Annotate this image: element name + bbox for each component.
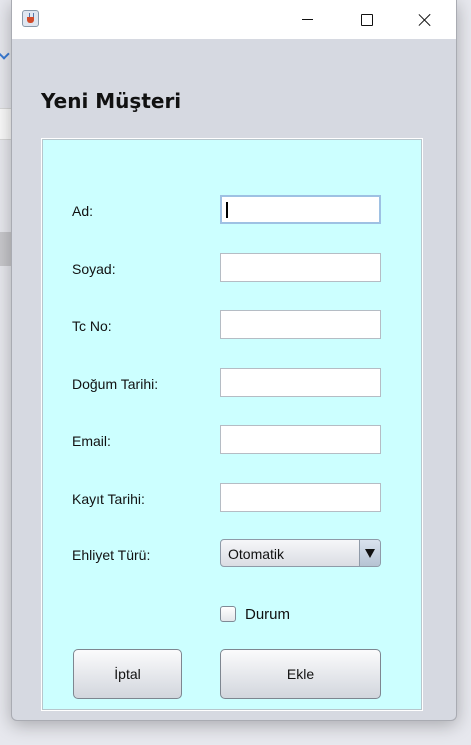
birth-date-input[interactable] xyxy=(220,368,381,397)
last-name-input[interactable] xyxy=(220,253,381,282)
birth-date-label: Doğum Tarihi: xyxy=(72,376,159,392)
text-caret xyxy=(226,202,228,218)
minimize-icon xyxy=(301,19,313,20)
maximize-button[interactable] xyxy=(338,0,396,39)
license-type-dropdown[interactable]: Otomatik xyxy=(220,539,381,567)
customer-dialog-window: Yeni Müşteri Ad: Soyad: Tc No: Doğum Tar… xyxy=(11,0,457,721)
email-label: Email: xyxy=(72,433,111,449)
dropdown-arrow-button[interactable] xyxy=(359,540,380,566)
minimize-button[interactable] xyxy=(278,0,336,39)
add-button[interactable]: Ekle xyxy=(220,649,381,699)
close-button[interactable] xyxy=(396,0,454,39)
license-type-label: Ehliyet Türü: xyxy=(72,547,151,563)
status-checkbox[interactable] xyxy=(220,606,236,622)
triangle-down-icon xyxy=(365,548,375,558)
dialog-heading: Yeni Müşteri xyxy=(41,89,182,113)
last-name-label: Soyad: xyxy=(72,261,116,277)
close-icon xyxy=(418,13,432,27)
title-bar[interactable] xyxy=(12,0,456,39)
email-input[interactable] xyxy=(220,425,381,454)
registration-date-label: Kayıt Tarihi: xyxy=(72,491,145,507)
java-app-icon[interactable] xyxy=(22,10,39,27)
first-name-label: Ad: xyxy=(72,203,94,219)
tc-no-input[interactable] xyxy=(220,310,381,339)
background-check-icon xyxy=(0,48,10,60)
cancel-button[interactable]: İptal xyxy=(73,649,182,699)
form-panel: Ad: Soyad: Tc No: Doğum Tarihi: Email: K… xyxy=(41,138,423,711)
maximize-icon xyxy=(361,13,373,26)
first-name-input[interactable] xyxy=(220,195,381,224)
status-checkbox-label[interactable]: Durum xyxy=(245,606,290,623)
registration-date-input[interactable] xyxy=(220,483,381,512)
tc-no-label: Tc No: xyxy=(72,318,112,334)
license-type-value: Otomatik xyxy=(228,546,285,562)
